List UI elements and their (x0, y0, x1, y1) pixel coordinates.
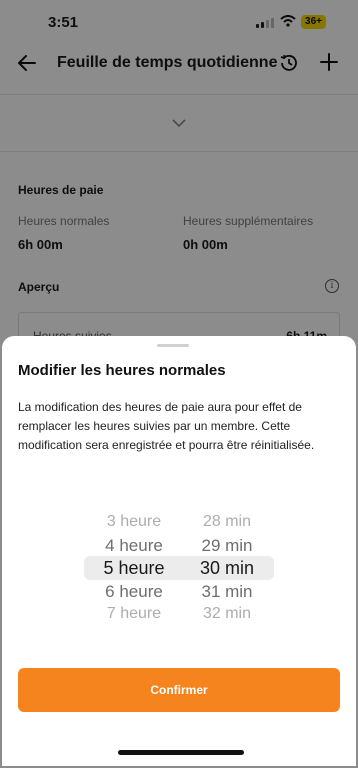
minute-option[interactable]: 27 min (182, 504, 272, 507)
edit-hours-sheet: Modifier les heures normales La modifica… (2, 336, 356, 766)
hour-option[interactable]: 8 heure (84, 629, 184, 630)
confirm-button[interactable]: Confirmer (18, 668, 340, 712)
hour-option[interactable]: 7 heure (84, 605, 184, 623)
hour-option[interactable]: 2 heure (84, 504, 184, 507)
hour-option[interactable]: 6 heure (84, 582, 184, 602)
minute-option[interactable]: 30 min (182, 558, 272, 579)
minute-option[interactable]: 31 min (182, 582, 272, 602)
hour-option[interactable]: 3 heure (84, 513, 184, 531)
sheet-description: La modification des heures de paie aura … (18, 400, 315, 452)
sheet-grabber[interactable] (157, 344, 189, 347)
minute-option[interactable]: 32 min (182, 605, 272, 623)
minute-option[interactable]: 29 min (182, 536, 272, 556)
hour-option[interactable]: 4 heure (84, 536, 184, 556)
minute-option[interactable]: 28 min (182, 513, 272, 531)
home-indicator (118, 750, 244, 755)
hour-option[interactable]: 5 heure (84, 558, 184, 579)
minute-option[interactable]: 33 min (182, 629, 272, 630)
sheet-title: Modifier les heures normales (18, 362, 226, 379)
time-picker[interactable]: 2 heure 3 heure 4 heure5 heure 6 heure 7 heu… (2, 504, 356, 630)
